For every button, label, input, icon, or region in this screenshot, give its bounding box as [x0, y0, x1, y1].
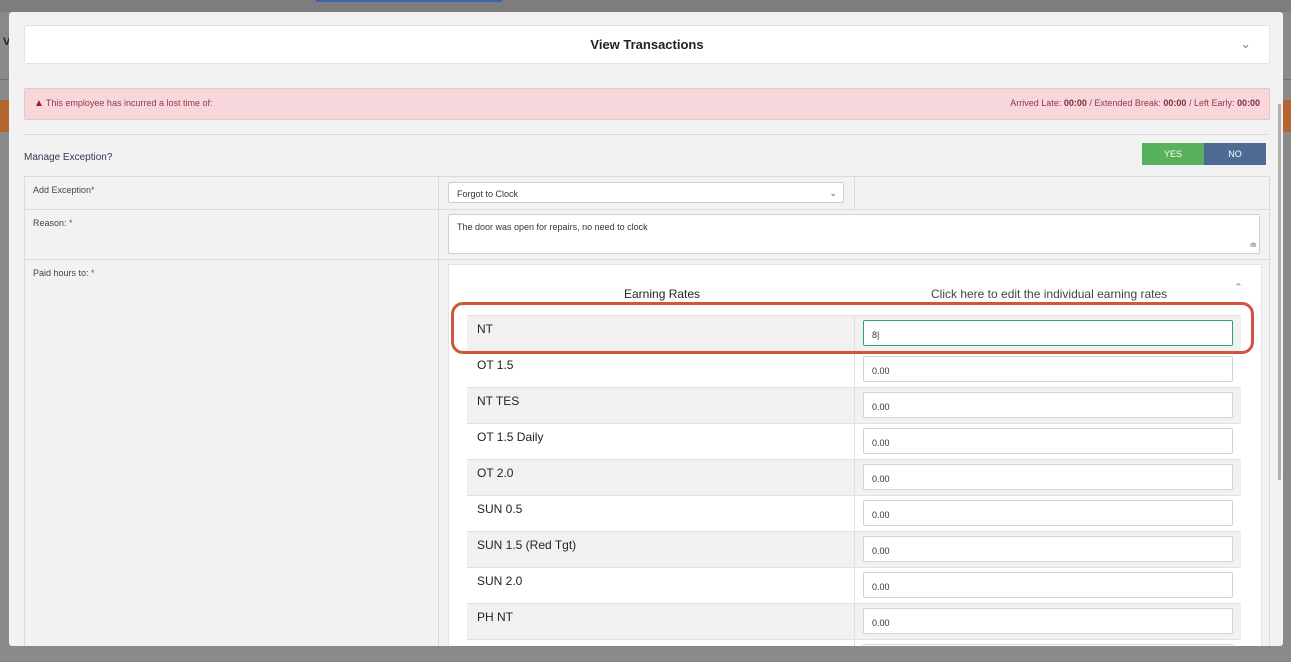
rate-hours-input-ph-nt[interactable]: 0.00 — [863, 608, 1233, 634]
arrived-late-value: 00:00 — [1063, 98, 1087, 108]
rate-divider — [854, 640, 855, 646]
rate-divider — [854, 532, 855, 568]
no-toggle-button[interactable]: NO — [1204, 143, 1266, 165]
add-exception-label-text: Add Exception — [33, 185, 92, 195]
required-marker: * — [91, 185, 95, 195]
rate-row-ot-1-5-daily: OT 1.5 Daily 0.00 — [467, 423, 1241, 460]
section-divider — [24, 134, 1268, 135]
rate-hours-input-ot-1-5[interactable]: 0.00 — [863, 356, 1233, 382]
rate-hours-input-sun-2-0[interactable]: 0.00 — [863, 572, 1233, 598]
rate-hours-input-nt-tes[interactable]: 0.00 — [863, 392, 1233, 418]
rate-row-ot-2-0: OT 2.0 0.00 — [467, 459, 1241, 496]
background-divider-left — [0, 79, 9, 80]
chevron-down-icon: ⌄ — [829, 188, 837, 198]
rate-divider — [854, 352, 855, 388]
earning-rates-panel: Earning Rates Click here to edit the ind… — [448, 264, 1262, 646]
rate-row-sun-2-0: SUN 2.0 0.00 — [467, 567, 1241, 604]
reason-textarea[interactable]: The door was open for repairs, no need t… — [448, 214, 1260, 254]
exception-type-select[interactable]: Forgot to Clock ⌄ — [448, 182, 844, 203]
extended-break-value: 00:00 — [1163, 98, 1187, 108]
rate-hours-input-nt[interactable]: 8| — [863, 320, 1233, 346]
rate-divider — [854, 316, 855, 352]
rate-name: OT 1.5 Daily — [477, 430, 544, 444]
required-marker: * — [69, 218, 73, 228]
rate-divider — [854, 496, 855, 532]
rate-value: 8 — [872, 330, 878, 340]
yes-toggle-button[interactable]: YES — [1142, 143, 1204, 165]
rate-row-sun-1-5-red-tgt: SUN 1.5 (Red Tgt) 0.00 — [467, 531, 1241, 568]
resize-handle-icon[interactable]: ≐ — [1249, 240, 1257, 251]
paid-hours-label: Paid hours to: * — [33, 268, 95, 278]
rate-name: NT — [477, 322, 493, 336]
rate-hours-input-sun-0-5[interactable]: 0.00 — [863, 500, 1233, 526]
modal-scrollbar[interactable] — [1278, 104, 1281, 480]
rate-hours-input-partial[interactable] — [863, 644, 1233, 646]
rate-name: SUN 1.5 (Red Tgt) — [477, 538, 577, 552]
chevron-down-icon[interactable]: ⌄ — [1240, 36, 1251, 52]
background-active-tab-indicator — [316, 0, 502, 2]
add-exception-row: Add Exception* Forgot to Clock ⌄ — [24, 176, 1270, 210]
arrived-late-label: Arrived Late: — [1010, 98, 1064, 108]
rate-row-sun-0-5: SUN 0.5 0.00 — [467, 495, 1241, 532]
rate-name: OT 1.5 — [477, 358, 514, 372]
paid-hours-row: Paid hours to: * Earning Rates Click her… — [24, 259, 1270, 646]
background-topbar — [0, 0, 1291, 12]
rate-row-ot-1-5: OT 1.5 0.00 — [467, 351, 1241, 388]
rate-hours-input-ot-1-5-daily[interactable]: 0.00 — [863, 428, 1233, 454]
warning-icon: ▲ — [34, 98, 44, 109]
rate-name: OT 2.0 — [477, 466, 514, 480]
background-badge-left — [0, 100, 9, 132]
required-marker: * — [91, 268, 95, 278]
left-early-value: 00:00 — [1236, 98, 1260, 108]
manage-exception-toggle[interactable]: YES NO — [1142, 143, 1266, 165]
reason-row: Reason: * The door was open for repairs,… — [24, 209, 1270, 260]
rate-hours-input-ot-2-0[interactable]: 0.00 — [863, 464, 1233, 490]
column-divider-right — [854, 177, 855, 210]
rate-name: SUN 2.0 — [477, 574, 523, 588]
background-badge-right — [1283, 100, 1291, 132]
earning-rates-title: Earning Rates — [624, 287, 701, 301]
alert-message: ▲ This employee has incurred a lost time … — [34, 98, 212, 109]
view-transactions-panel[interactable]: View Transactions ⌄ — [24, 25, 1270, 64]
alert-message-text: This employee has incurred a lost time o… — [45, 98, 213, 108]
left-early-label: / Left Early: — [1186, 98, 1237, 108]
rate-row-partial — [467, 639, 1241, 646]
column-divider — [438, 260, 439, 646]
panel-title: View Transactions — [590, 37, 704, 52]
rate-hours-input-sun-1-5-red-tgt[interactable]: 0.00 — [863, 536, 1233, 562]
rate-row-nt-tes: NT TES 0.00 — [467, 387, 1241, 424]
rate-divider — [854, 424, 855, 460]
rate-row-nt: NT 8| — [467, 315, 1241, 352]
exception-type-value: Forgot to Clock — [457, 189, 519, 199]
edit-earning-rates-link[interactable]: Click here to edit the individual earnin… — [931, 287, 1167, 301]
rate-name: NT TES — [477, 394, 520, 408]
exception-modal: View Transactions ⌄ ▲ This employee has i… — [9, 12, 1283, 646]
reason-text: The door was open for repairs, no need t… — [457, 222, 648, 232]
reason-label-text: Reason: — [33, 218, 70, 228]
rate-divider — [854, 604, 855, 640]
rate-divider — [854, 568, 855, 604]
add-exception-label: Add Exception* — [33, 185, 95, 195]
rate-row-ph-nt: PH NT 0.00 — [467, 603, 1241, 640]
manage-exception-label: Manage Exception? — [24, 152, 113, 163]
lost-time-summary: Arrived Late: 00:00 / Extended Break: 00… — [1010, 98, 1260, 108]
column-divider — [438, 210, 439, 260]
extended-break-label: / Extended Break: — [1086, 98, 1164, 108]
lost-time-alert: ▲ This employee has incurred a lost time … — [24, 88, 1270, 120]
column-divider — [438, 177, 439, 210]
rate-name: SUN 0.5 — [477, 502, 523, 516]
background-divider-right — [1283, 79, 1291, 80]
chevron-up-icon[interactable]: ⌃ — [1234, 281, 1243, 294]
rate-divider — [854, 460, 855, 496]
rate-name: PH NT — [477, 610, 513, 624]
reason-label: Reason: * — [33, 218, 73, 228]
paid-hours-label-text: Paid hours to: — [33, 268, 92, 278]
rate-divider — [854, 388, 855, 424]
